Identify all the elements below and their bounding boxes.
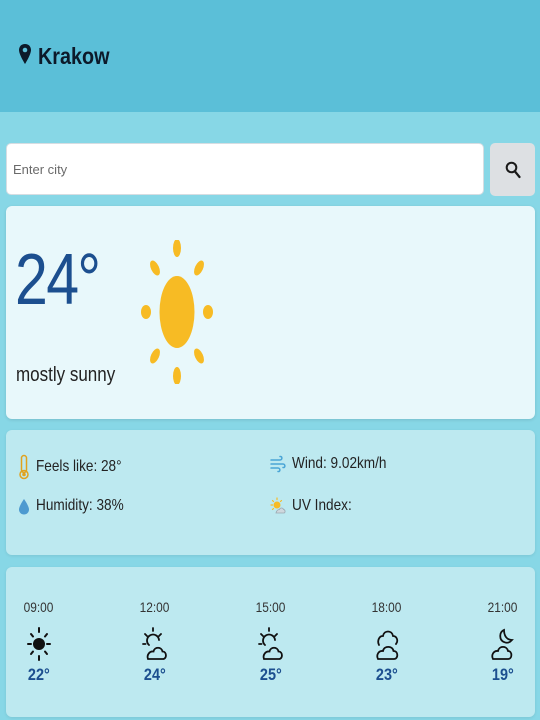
forecast-item: 21:00 19°	[473, 599, 533, 685]
humidity-value: Humidity: 38%	[36, 497, 124, 514]
search-icon	[505, 161, 521, 178]
moon-cloud-icon	[491, 628, 514, 660]
sun-cloud-icon	[270, 497, 286, 514]
city-search-input[interactable]	[6, 143, 484, 195]
feels-like-value: Feels like: 28°	[36, 458, 122, 475]
hourly-forecast-card: 09:00 22° 12:00 24° 15:00 25° 18:00 23° …	[6, 567, 535, 717]
city-title: Krakow	[38, 42, 110, 69]
wind-value: Wind: 9.02km/h	[292, 455, 387, 472]
sun-cloud-icon	[258, 627, 283, 660]
forecast-item: 12:00 24°	[125, 599, 185, 685]
thermometer-icon	[19, 454, 29, 480]
forecast-time: 12:00	[140, 599, 170, 615]
humidity-item: Humidity: 38%	[18, 496, 139, 516]
wind-item: Wind: 9.02km/h	[270, 454, 403, 474]
feels-like-item: Feels like: 28°	[18, 454, 137, 480]
wind-icon	[270, 455, 286, 473]
forecast-item: 15:00 25°	[241, 599, 301, 685]
app-header: Krakow	[0, 0, 540, 112]
forecast-temperature: 24°	[144, 665, 166, 684]
forecast-temperature: 19°	[492, 665, 514, 684]
uv-index-item: UV Index:	[270, 496, 362, 516]
forecast-time: 09:00	[24, 599, 54, 615]
current-weather-card: 24° mostly sunny	[6, 206, 535, 419]
weather-details-card: Feels like: 28° Wind: 9.02km/h Humidity:…	[6, 430, 535, 555]
sun-cloud-icon	[142, 627, 167, 660]
forecast-time: 18:00	[372, 599, 402, 615]
sun-icon	[27, 627, 51, 661]
current-condition: mostly sunny	[16, 364, 116, 386]
forecast-time: 21:00	[488, 599, 518, 615]
clouds-icon	[376, 630, 399, 660]
search-button[interactable]	[490, 143, 535, 196]
search-bar	[6, 143, 535, 196]
forecast-temperature: 25°	[260, 665, 282, 684]
forecast-temperature: 22°	[28, 665, 50, 684]
forecast-temperature: 23°	[376, 665, 398, 684]
forecast-time: 15:00	[256, 599, 286, 615]
uv-index-value: UV Index:	[292, 497, 352, 514]
map-pin-icon	[19, 44, 31, 64]
droplet-icon	[19, 499, 29, 515]
forecast-item: 18:00 23°	[357, 599, 417, 685]
sun-icon	[141, 240, 213, 384]
forecast-item: 09:00 22°	[9, 599, 69, 685]
current-temperature: 24°	[15, 240, 101, 320]
